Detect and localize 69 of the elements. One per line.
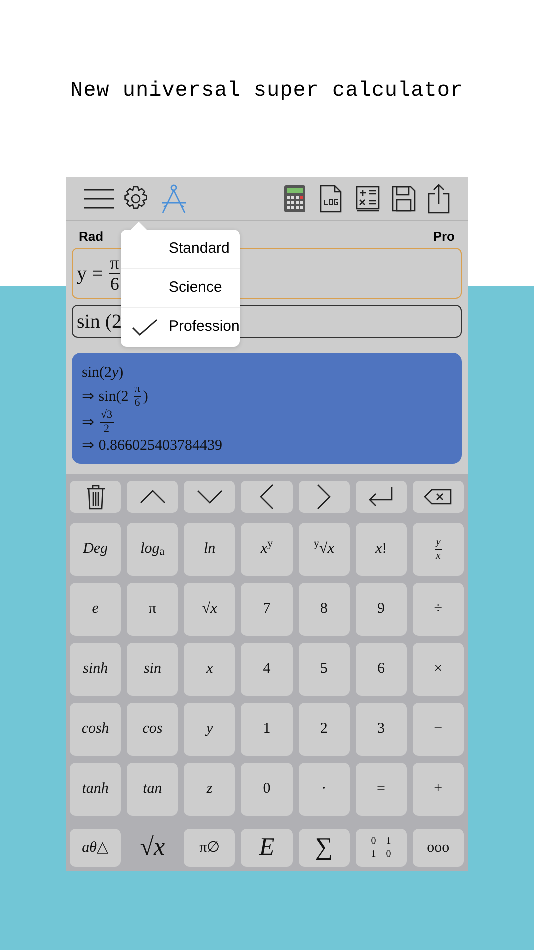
checkmark-icon [132, 318, 158, 336]
key-button[interactable] [241, 481, 293, 513]
key-button[interactable] [356, 481, 407, 513]
key-button[interactable]: z [184, 763, 236, 816]
key-button[interactable]: − [412, 703, 464, 756]
key-button[interactable] [298, 481, 350, 513]
key-button[interactable]: sin [127, 643, 178, 696]
key-button[interactable]: e [70, 583, 122, 636]
key-button[interactable]: sinh [70, 643, 122, 696]
result-line: ⇒ 0.866025403784439 [82, 437, 224, 456]
key-button[interactable]: x! [356, 523, 407, 576]
headline: New universal super calculator [69, 79, 465, 105]
menu-icon[interactable] [84, 188, 114, 210]
key-button[interactable]: E [241, 829, 293, 866]
key-button[interactable]: x [184, 643, 236, 696]
key-button[interactable]: 3 [356, 703, 407, 756]
key-button[interactable] [127, 481, 178, 513]
key-button[interactable]: 2 [298, 703, 350, 756]
chevron-down-icon [196, 490, 223, 504]
key-button[interactable]: tan [127, 763, 178, 816]
edition-label: Pro [433, 228, 455, 246]
key-button[interactable]: x$^{y}$ [241, 523, 293, 576]
key-button[interactable]: 7 [241, 583, 293, 636]
key-button[interactable]: log$_{a}$ [127, 523, 178, 576]
key-button[interactable] [412, 481, 464, 513]
result-line: sin(2y) [82, 364, 125, 383]
key-button[interactable]: tanh [70, 763, 122, 816]
key-button[interactable]: 8 [298, 583, 350, 636]
document-icon[interactable] [320, 184, 342, 212]
key-button[interactable]: 5 [298, 643, 350, 696]
key-button[interactable]: cos [127, 703, 178, 756]
key-button[interactable]: · [298, 763, 350, 816]
key-button[interactable]: + [412, 763, 464, 816]
calculator-icon[interactable] [284, 184, 306, 212]
key-button[interactable] [70, 481, 122, 513]
chevron-up-icon [140, 490, 166, 504]
key-button[interactable]: 0 [241, 763, 293, 816]
key-button[interactable]: cosh [70, 703, 122, 756]
key-button[interactable]: ÷ [412, 583, 464, 636]
key-button[interactable]: 0 1 1 0 [356, 829, 407, 866]
key-button[interactable]: ∑ [298, 829, 350, 866]
key-button[interactable]: π∅ [184, 829, 236, 866]
key-button[interactable]: 9 [356, 583, 407, 636]
key-button[interactable]: $^{y}$√x [298, 523, 350, 576]
key-button[interactable]: 4 [241, 643, 293, 696]
angle-mode-label: Rad [79, 228, 104, 246]
chevron-left-icon [260, 484, 274, 510]
key-button[interactable]: = [356, 763, 407, 816]
backspace-icon [424, 489, 452, 505]
formula-book-icon[interactable] [356, 186, 380, 212]
menu-item[interactable]: Standard [121, 230, 240, 269]
key-button[interactable]: aθ△ [70, 829, 122, 866]
key-button[interactable]: 6 [356, 643, 407, 696]
key-button[interactable]: ln [184, 523, 236, 576]
key-button[interactable]: ooo [412, 829, 464, 866]
return-icon [368, 486, 394, 508]
key-button[interactable]: × [412, 643, 464, 696]
key-button[interactable]: 1 [241, 703, 293, 756]
key-button[interactable]: √x [184, 583, 236, 636]
key-button[interactable]: y [184, 703, 236, 756]
key-button[interactable] [184, 481, 236, 513]
trash-icon [86, 484, 106, 510]
key-button[interactable]: y x [412, 523, 464, 576]
menu-item[interactable]: Science [121, 269, 240, 308]
share-icon[interactable] [428, 184, 450, 214]
key-button[interactable]: √x [127, 829, 178, 866]
key-button[interactable]: π [127, 583, 178, 636]
chevron-right-icon [317, 484, 332, 510]
key-button[interactable]: Deg [70, 523, 122, 576]
